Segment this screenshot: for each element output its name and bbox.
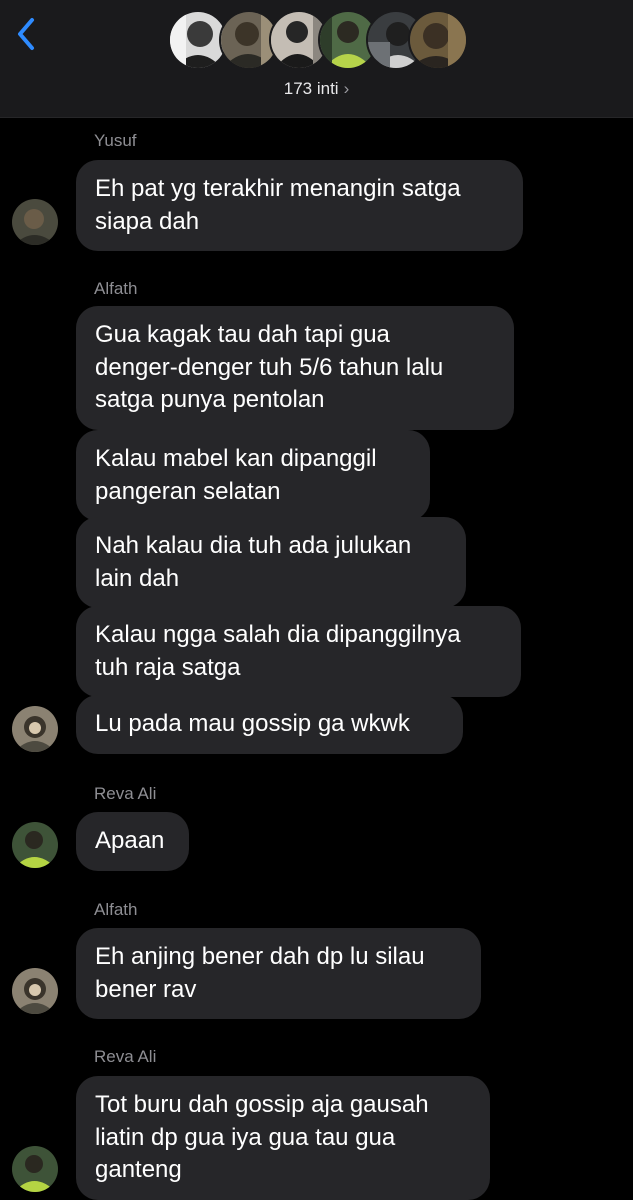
sender-name: Alfath [94, 279, 138, 298]
sender-name: Reva Ali [94, 784, 157, 803]
message-bubble[interactable]: Nah kalau dia tuh ada julukan lain dah [76, 517, 466, 608]
sender-avatar[interactable] [12, 1146, 58, 1192]
group-chat-screen: 173 inti › Yusuf Eh pat yg terakhir menan… [0, 0, 633, 1200]
sender-avatar[interactable] [12, 706, 58, 752]
sender-name: Yusuf [94, 131, 137, 150]
member-avatar [408, 10, 468, 70]
sender-avatar[interactable] [12, 822, 58, 868]
message-bubble[interactable]: Lu pada mau gossip ga wkwk [76, 695, 463, 754]
message-bubble[interactable]: Tot buru dah gossip aja gausah liatin dp… [76, 1076, 490, 1200]
group-avatar-stack[interactable] [0, 0, 633, 117]
sender-avatar[interactable] [12, 968, 58, 1014]
message-bubble[interactable]: Eh anjing bener dah dp lu silau bener ra… [76, 928, 481, 1019]
chat-header: 173 inti › [0, 0, 633, 118]
member-count-label: 173 inti [283, 79, 339, 98]
sender-name: Reva Ali [94, 1047, 157, 1066]
message-bubble[interactable]: Kalau mabel kan dipanggil pangeran selat… [76, 430, 430, 521]
sender-name: Alfath [94, 900, 138, 919]
message-bubble[interactable]: Kalau ngga salah dia dipanggilnya tuh ra… [76, 606, 521, 697]
group-member-count[interactable]: 173 inti › [0, 79, 633, 99]
message-bubble[interactable]: Gua kagak tau dah tapi gua denger-denger… [76, 306, 514, 430]
sender-avatar[interactable] [12, 199, 58, 245]
chevron-right-icon: › [343, 79, 350, 98]
message-bubble[interactable]: Eh pat yg terakhir menangin satga siapa … [76, 160, 523, 251]
message-bubble[interactable]: Apaan [76, 812, 189, 871]
